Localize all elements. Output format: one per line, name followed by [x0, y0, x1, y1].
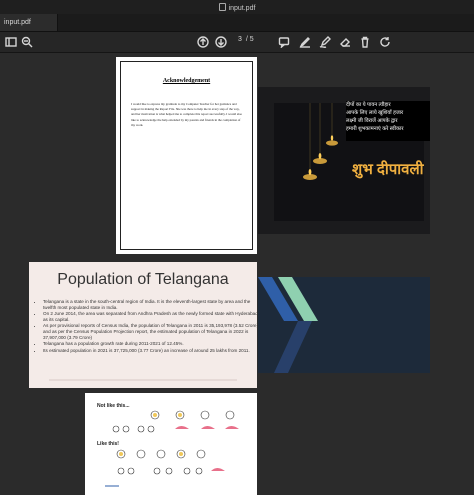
document-viewport[interactable]: Acknowledgement I would like to express …	[0, 53, 474, 495]
verse-line: दीपों का ये पावन त्यौहार	[346, 102, 391, 108]
page-border: Acknowledgement I would like to express …	[120, 61, 253, 250]
highlight-icon[interactable]	[298, 35, 312, 49]
page-current[interactable]: 3	[236, 36, 244, 43]
bullet-item: As per provisional reports of Census Ind…	[43, 323, 261, 340]
comment-icon[interactable]	[277, 35, 291, 49]
bullet-item: Telangana is a state in the south-centra…	[43, 299, 261, 310]
window-title-text: input.pdf	[228, 5, 256, 12]
page-blue-slide	[258, 277, 430, 373]
bullet-item: Telangana has a population growth rate d…	[43, 341, 261, 347]
verse-line: लक्ष्मी जी विराजें आपके द्वार	[346, 118, 398, 124]
telangana-bullets: Telangana is a state in the south-centra…	[35, 299, 261, 354]
window-title: input.pdf	[0, 3, 474, 12]
document-icon	[218, 3, 226, 11]
page-acknowledgement: Acknowledgement I would like to express …	[116, 57, 257, 254]
scroll-up-icon[interactable]	[196, 35, 210, 49]
sidebar-icon[interactable]	[4, 35, 18, 49]
diwali-greeting: शुभ दीपावली	[352, 161, 424, 178]
scroll-down-icon[interactable]	[214, 35, 228, 49]
diwali-verse: दीपों का ये पावन त्यौहार आपके लिए लाये ख…	[346, 101, 450, 133]
window-titlebar: input.pdf	[0, 0, 474, 14]
page-indicator: 3 / 5	[236, 36, 254, 43]
rotate-icon[interactable]	[378, 35, 392, 49]
page-separator: /	[245, 36, 248, 43]
erase-icon[interactable]	[338, 35, 352, 49]
slide-stripes-art	[258, 277, 318, 373]
acknowledgement-heading: Acknowledgement	[162, 78, 211, 84]
verse-line: हमारी शुभकामनाएं करे स्वीकार	[346, 126, 404, 132]
bullet-item: On 2 June 2014, the area was separated f…	[43, 311, 261, 322]
bikes-illustration	[105, 410, 239, 487]
acknowledgement-body: I would like to express my gratitude to …	[131, 102, 243, 127]
page-bikes-comparison: Not like this... Like this!	[85, 393, 257, 495]
draw-icon[interactable]	[318, 35, 332, 49]
page-diwali: दीपों का ये पावन त्यौहार आपके लिए लाये ख…	[258, 87, 430, 234]
delete-icon[interactable]	[358, 35, 372, 49]
verse-line: आपके लिए लाये खुशियाँ हजार	[346, 110, 404, 116]
zoom-icon[interactable]	[20, 35, 34, 49]
page-total: 5	[249, 36, 254, 43]
page-telangana: Population of Telangana Telangana is a s…	[29, 262, 258, 388]
telangana-title: Population of Telangana	[57, 271, 229, 288]
tab-bar: input.pdf	[0, 14, 474, 32]
pdf-toolbar: 3 / 5	[0, 32, 474, 53]
bullet-item: Its estimated population in 2021 is 37,7…	[43, 348, 261, 354]
tab-input-pdf[interactable]: input.pdf	[0, 14, 58, 31]
